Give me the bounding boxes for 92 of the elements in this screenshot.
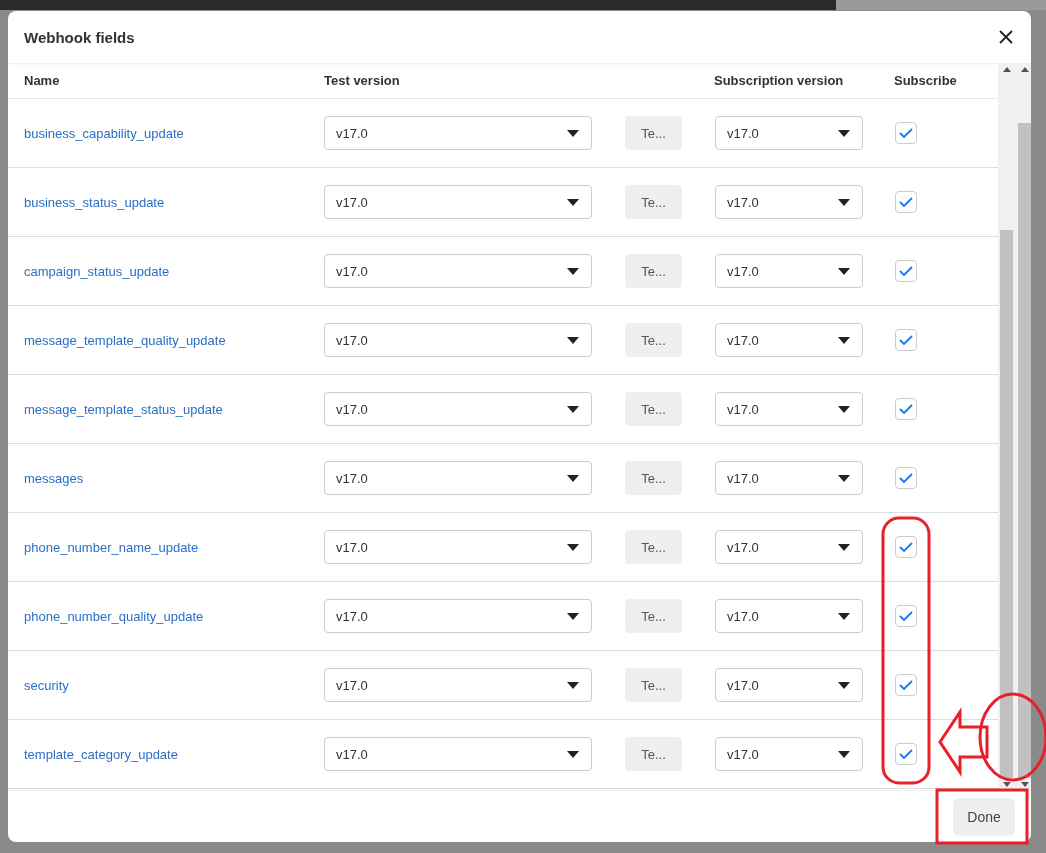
scrollbar-thumb[interactable] <box>1018 123 1031 778</box>
test-button[interactable]: Te... <box>625 185 682 219</box>
subscription-version-select[interactable]: v17.0 <box>715 185 863 219</box>
field-name-link[interactable]: security <box>24 677 324 693</box>
column-header: Subscribe <box>894 73 958 88</box>
subscription-version-select[interactable]: v17.0 <box>715 392 863 426</box>
subscribe-checkbox[interactable] <box>895 122 917 144</box>
subscription-version-select[interactable]: v17.0 <box>715 599 863 633</box>
subscribe-checkbox[interactable] <box>895 605 917 627</box>
subscribe-checkbox[interactable] <box>895 536 917 558</box>
subscribe-checkbox[interactable] <box>895 743 917 765</box>
subscription-version-select[interactable]: v17.0 <box>715 668 863 702</box>
caret-icon <box>567 267 579 275</box>
test-version-select[interactable]: v17.0 <box>324 530 592 564</box>
caret-icon <box>838 543 850 551</box>
checkmark-icon <box>899 749 913 759</box>
subscription-version-select[interactable]: v17.0 <box>715 737 863 771</box>
done-button[interactable]: Done <box>953 797 1015 836</box>
subscription-version-select[interactable]: v17.0 <box>715 530 863 564</box>
caret-icon <box>838 198 850 206</box>
field-name-link[interactable]: messages <box>24 470 324 486</box>
checkmark-icon <box>899 404 913 414</box>
caret-icon <box>567 405 579 413</box>
column-header: Test version <box>324 73 401 88</box>
field-name-link[interactable]: campaign_status_update <box>24 263 324 279</box>
checkmark-icon <box>899 473 913 483</box>
test-button[interactable]: Te... <box>625 461 682 495</box>
checkmark-icon <box>899 542 913 552</box>
scrollbar-thumb[interactable] <box>1000 230 1013 778</box>
field-name-link[interactable]: phone_number_name_update <box>24 539 324 555</box>
caret-icon <box>838 267 850 275</box>
test-button[interactable]: Te... <box>625 392 682 426</box>
column-header: Name <box>24 73 61 88</box>
field-name-link[interactable]: template_category_update <box>24 746 324 762</box>
caret-icon <box>567 543 579 551</box>
test-button[interactable]: Te... <box>625 116 682 150</box>
test-version-select[interactable]: v17.0 <box>324 185 592 219</box>
close-icon <box>999 30 1013 44</box>
field-name-link[interactable]: business_status_update <box>24 194 324 210</box>
field-name-link[interactable]: message_template_status_update <box>24 401 324 417</box>
caret-icon <box>838 336 850 344</box>
test-version-select[interactable]: v17.0 <box>324 737 592 771</box>
field-name-link[interactable]: business_capability_update <box>24 125 324 141</box>
test-version-select[interactable]: v17.0 <box>324 668 592 702</box>
test-version-select[interactable]: v17.0 <box>324 392 592 426</box>
test-button[interactable]: Te... <box>625 668 682 702</box>
test-button[interactable]: Te... <box>625 254 682 288</box>
caret-icon <box>838 750 850 758</box>
test-button[interactable]: Te... <box>625 599 682 633</box>
test-button[interactable]: Te... <box>625 323 682 357</box>
test-version-select[interactable]: v17.0 <box>324 461 592 495</box>
caret-icon <box>838 474 850 482</box>
scrollbar[interactable] <box>998 63 1031 790</box>
caret-icon <box>567 750 579 758</box>
subscription-version-select[interactable]: v17.0 <box>715 254 863 288</box>
caret-icon <box>838 612 850 620</box>
caret-icon <box>567 129 579 137</box>
caret-icon <box>567 681 579 689</box>
caret-icon <box>567 198 579 206</box>
test-version-select[interactable]: v17.0 <box>324 116 592 150</box>
checkmark-icon <box>899 335 913 345</box>
checkmark-icon <box>899 266 913 276</box>
subscribe-checkbox[interactable] <box>895 674 917 696</box>
caret-icon <box>838 405 850 413</box>
caret-icon <box>838 681 850 689</box>
test-version-select[interactable]: v17.0 <box>324 254 592 288</box>
subscribe-checkbox[interactable] <box>895 260 917 282</box>
field-name-link[interactable]: message_template_quality_update <box>24 332 324 348</box>
subscribe-checkbox[interactable] <box>895 467 917 489</box>
test-button[interactable]: Te... <box>625 530 682 564</box>
caret-icon <box>838 129 850 137</box>
subscription-version-select[interactable]: v17.0 <box>715 116 863 150</box>
checkmark-icon <box>899 680 913 690</box>
checkmark-icon <box>899 128 913 138</box>
subscribe-checkbox[interactable] <box>895 329 917 351</box>
dialog-title: Webhook fields <box>24 28 135 46</box>
test-version-select[interactable]: v17.0 <box>324 323 592 357</box>
subscribe-checkbox[interactable] <box>895 398 917 420</box>
checkmark-icon <box>899 611 913 621</box>
field-name-link[interactable]: phone_number_quality_update <box>24 608 324 624</box>
arrow-annotation <box>938 707 989 777</box>
test-version-select[interactable]: v17.0 <box>324 599 592 633</box>
caret-icon <box>567 336 579 344</box>
column-header: Subscription version <box>714 73 845 88</box>
subscribe-checkbox[interactable] <box>895 191 917 213</box>
caret-icon <box>567 612 579 620</box>
caret-icon <box>567 474 579 482</box>
subscription-version-select[interactable]: v17.0 <box>715 461 863 495</box>
close-button[interactable] <box>999 30 1013 44</box>
checkmark-icon <box>899 197 913 207</box>
test-button[interactable]: Te... <box>625 737 682 771</box>
subscription-version-select[interactable]: v17.0 <box>715 323 863 357</box>
